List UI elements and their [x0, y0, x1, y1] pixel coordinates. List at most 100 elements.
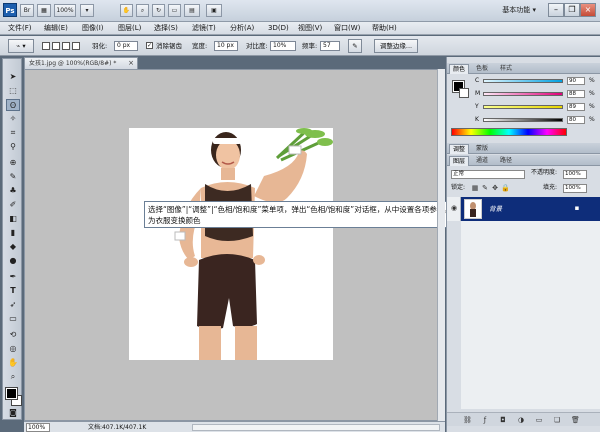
add-mask-icon[interactable]: ◘ [499, 417, 507, 424]
tab-layers[interactable]: 图层 [449, 156, 470, 166]
intersect-selection-icon[interactable] [72, 42, 80, 50]
screen-mode-icon[interactable]: ▣ [206, 4, 222, 17]
menu-window[interactable]: 窗口(W) [334, 23, 360, 34]
contrast-input[interactable]: 10% [270, 41, 296, 51]
link-layers-icon[interactable]: ⛓ [463, 417, 472, 424]
hand-tool-icon[interactable]: ✋ [6, 357, 20, 369]
tab-paths[interactable]: 路径 [497, 156, 515, 166]
new-group-icon[interactable]: ▭ [535, 417, 543, 424]
cyan-value-input[interactable]: 90 [567, 77, 585, 85]
healing-brush-tool-icon[interactable]: ⊕ [6, 157, 20, 169]
view-extras-button[interactable]: ▾ [80, 4, 94, 17]
add-selection-icon[interactable] [52, 42, 60, 50]
lock-all-icon[interactable]: 🔒 [501, 185, 510, 192]
tab-adjustments[interactable]: 调整 [449, 144, 470, 154]
ruler-icon[interactable]: ▭ [168, 4, 181, 17]
tab-swatches[interactable]: 色板 [473, 64, 491, 74]
menu-analysis[interactable]: 分析(A) [230, 23, 254, 34]
move-tool-icon[interactable]: ➤ [6, 71, 20, 83]
restore-icon[interactable]: ❐ [564, 3, 580, 17]
eyedropper-tool-icon[interactable]: ⚲ [6, 141, 20, 153]
adjustment-layer-icon[interactable]: ◑ [517, 417, 525, 424]
color-spectrum-ramp[interactable] [451, 128, 567, 136]
clone-stamp-tool-icon[interactable]: ♣ [6, 185, 20, 197]
menu-select[interactable]: 选择(S) [154, 23, 178, 34]
eye-icon[interactable]: ◉ [450, 205, 458, 212]
new-selection-icon[interactable] [42, 42, 50, 50]
shape-tool-icon[interactable]: ▭ [6, 313, 20, 325]
layer-row-background[interactable]: 背景 ▪ [461, 197, 600, 221]
lock-pixels-icon[interactable]: ✎ [481, 185, 489, 192]
fill-input[interactable]: 100% [563, 184, 587, 193]
antialias-checkbox[interactable]: ✓ [146, 42, 153, 49]
tab-channels[interactable]: 通道 [473, 156, 491, 166]
close-icon[interactable]: × [580, 3, 596, 17]
zoom-tool-icon[interactable]: ⌕ [6, 371, 20, 383]
magenta-value-input[interactable]: 88 [567, 90, 585, 98]
magenta-slider[interactable] [483, 92, 563, 96]
history-brush-tool-icon[interactable]: ✐ [6, 199, 20, 211]
document-tab[interactable]: 女孩1.jpg @ 100%(RGB/8#) * × [24, 57, 138, 69]
quick-mask-icon[interactable]: ◙ [6, 407, 20, 419]
gradient-tool-icon[interactable]: ▮ [6, 227, 20, 239]
hand-icon[interactable]: ✋ [120, 4, 133, 17]
menu-layer[interactable]: 图层(L) [118, 23, 141, 34]
opacity-input[interactable]: 100% [563, 170, 587, 179]
zoom-icon[interactable]: ⌕ [136, 4, 149, 17]
image-canvas[interactable] [129, 128, 333, 360]
horizontal-scrollbar[interactable] [192, 424, 440, 431]
3d-rotate-tool-icon[interactable]: ⟲ [6, 329, 20, 341]
magnetic-lasso-tool-icon[interactable]: ʘ [6, 99, 20, 111]
crop-tool-icon[interactable]: ⌗ [6, 127, 20, 139]
blur-tool-icon[interactable]: ◆ [6, 241, 20, 253]
workspace-switcher[interactable]: 基本功能 ▾ [502, 4, 536, 17]
foreground-color-swatch[interactable] [5, 387, 18, 400]
pen-tool-icon[interactable]: ✒ [6, 271, 20, 283]
yellow-slider[interactable] [483, 105, 563, 109]
status-zoom-input[interactable]: 100% [26, 423, 50, 432]
feather-input[interactable]: 0 px [114, 41, 138, 51]
arrange-documents-icon[interactable]: ▤ [184, 4, 200, 17]
bridge-button[interactable]: Br [20, 4, 34, 17]
cyan-slider[interactable] [483, 79, 563, 83]
tab-styles[interactable]: 样式 [497, 64, 515, 74]
vertical-scrollbar[interactable] [437, 69, 445, 421]
menu-3d[interactable]: 3D(D) [268, 23, 289, 34]
close-document-icon[interactable]: × [128, 58, 134, 69]
tab-masks[interactable]: 蒙版 [473, 144, 491, 154]
new-layer-icon[interactable]: ❏ [553, 417, 561, 424]
brush-tool-icon[interactable]: ✎ [6, 171, 20, 183]
yellow-value-input[interactable]: 89 [567, 103, 585, 111]
rotate-view-icon[interactable]: ↻ [152, 4, 165, 17]
black-value-input[interactable]: 80 [567, 116, 585, 124]
black-slider[interactable] [483, 118, 563, 122]
zoom-level-dropdown[interactable]: 100% [54, 4, 76, 17]
document-size-info[interactable]: 文档:407.1K/407.1K [88, 423, 146, 432]
lock-transparent-icon[interactable]: ▦ [471, 185, 479, 192]
menu-filter[interactable]: 滤镜(T) [192, 23, 216, 34]
lock-position-icon[interactable]: ✥ [491, 185, 499, 192]
3d-orbit-tool-icon[interactable]: ◎ [6, 343, 20, 355]
tab-color[interactable]: 颜色 [449, 64, 470, 74]
dodge-tool-icon[interactable]: ● [6, 255, 20, 267]
layer-style-icon[interactable]: ƒ [481, 417, 489, 424]
refine-edge-button[interactable]: 调整边缘... [374, 39, 418, 53]
frequency-input[interactable]: 57 [320, 41, 340, 51]
subtract-selection-icon[interactable] [62, 42, 70, 50]
menu-edit[interactable]: 编辑(E) [44, 23, 68, 34]
mini-bridge-icon[interactable]: ▦ [37, 4, 51, 17]
blend-mode-select[interactable]: 正常 [451, 170, 525, 179]
menu-view[interactable]: 视图(V) [298, 23, 322, 34]
pen-pressure-icon[interactable]: ✎ [348, 39, 362, 53]
quick-selection-tool-icon[interactable]: ✧ [6, 113, 20, 125]
marquee-tool-icon[interactable]: ⬚ [6, 85, 20, 97]
menu-file[interactable]: 文件(F) [8, 23, 32, 34]
menu-image[interactable]: 图像(I) [82, 23, 104, 34]
eraser-tool-icon[interactable]: ◧ [6, 213, 20, 225]
minimize-icon[interactable]: – [548, 3, 564, 17]
path-selection-tool-icon[interactable]: ➶ [6, 299, 20, 311]
menu-help[interactable]: 帮助(H) [372, 23, 397, 34]
type-tool-icon[interactable]: T [6, 285, 20, 297]
panel-background-swatch[interactable] [459, 88, 469, 98]
width-input[interactable]: 10 px [214, 41, 238, 51]
